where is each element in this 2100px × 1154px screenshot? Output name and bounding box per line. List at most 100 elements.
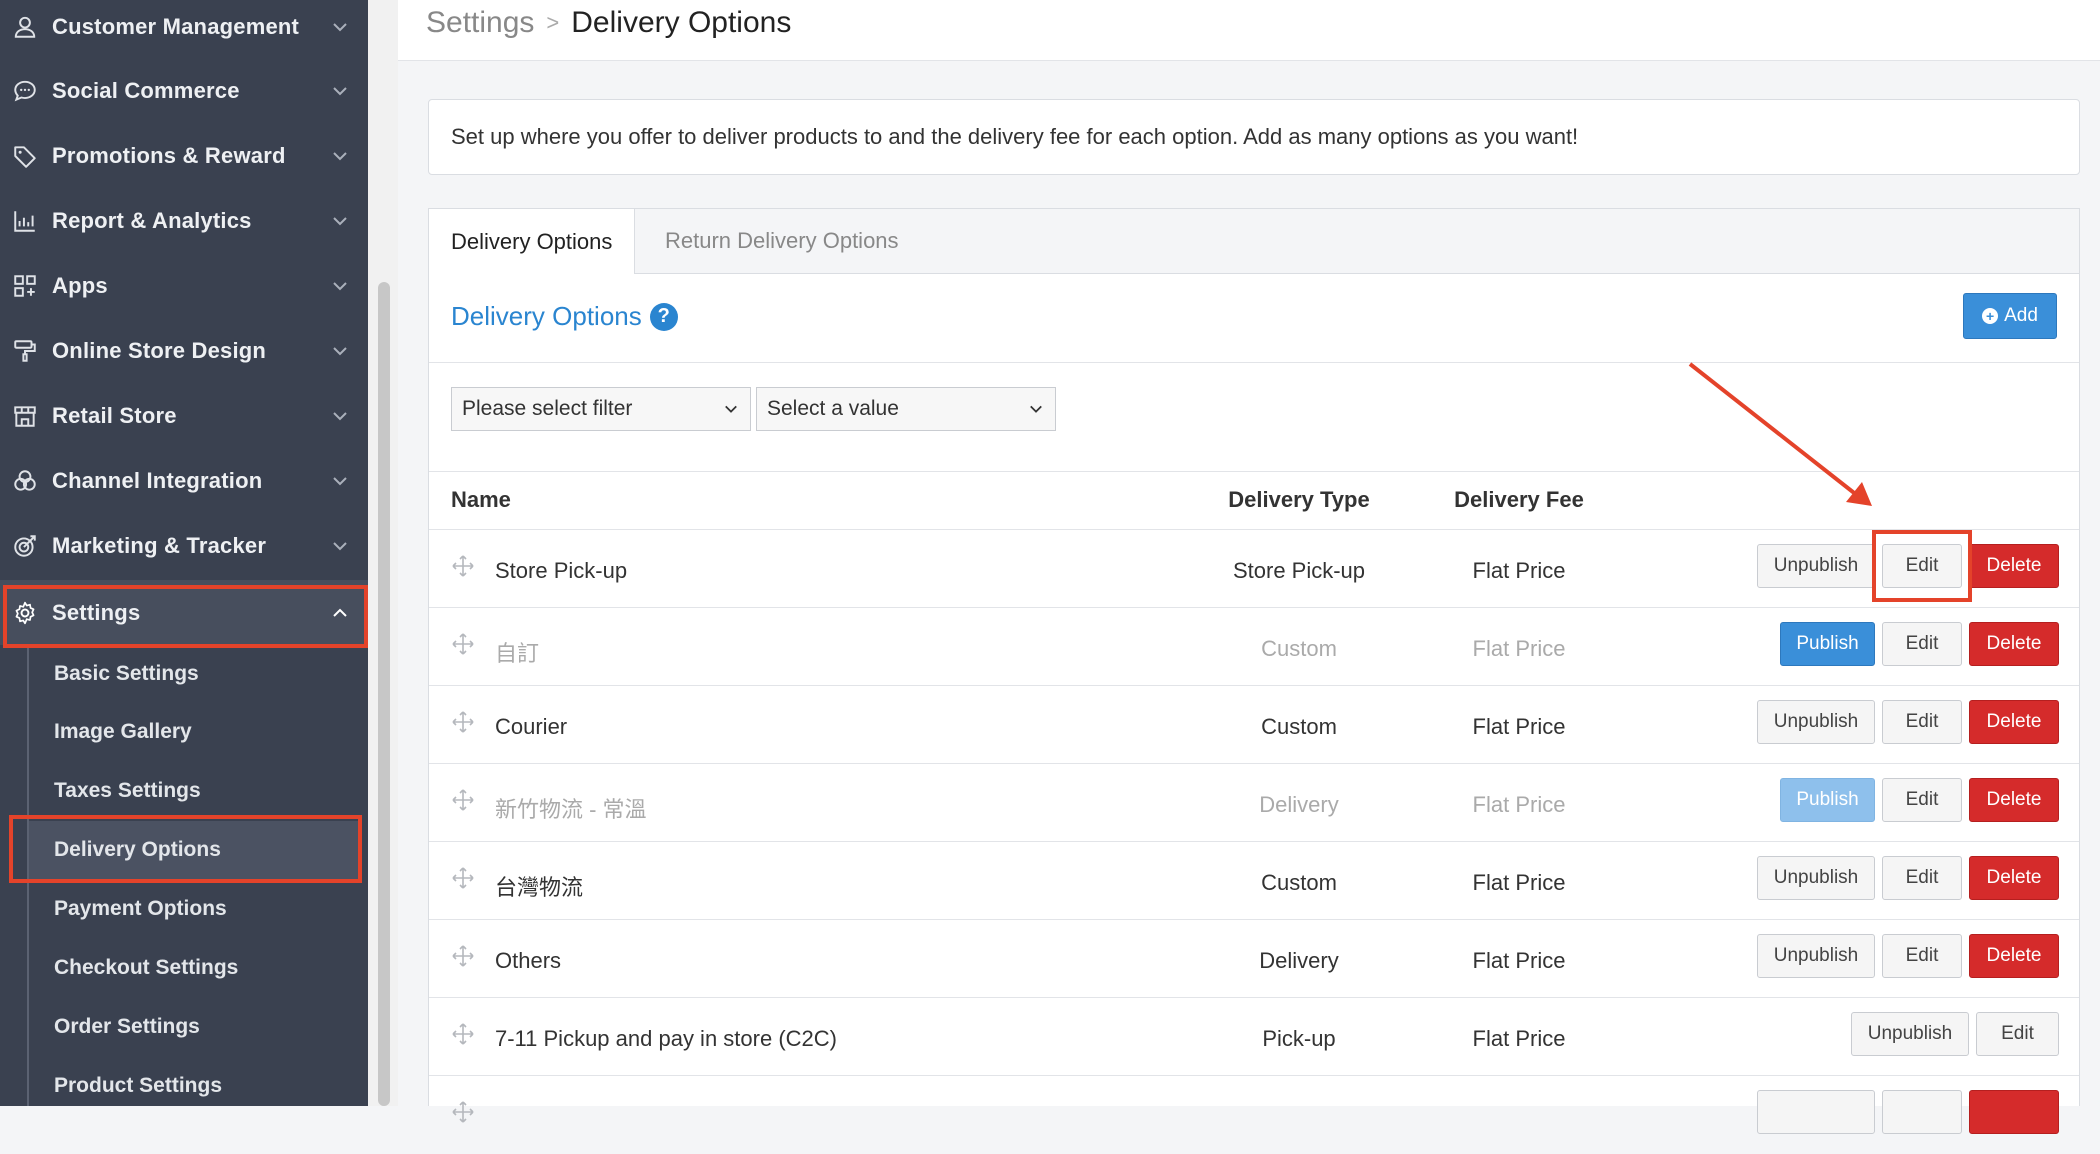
delete-button[interactable]: Delete [1969, 856, 2059, 900]
edit-button[interactable]: Edit [1882, 700, 1962, 744]
column-header-name[interactable]: Name [451, 487, 511, 513]
drag-handle-icon[interactable] [451, 944, 475, 968]
submenu-item-label: Checkout Settings [54, 956, 239, 979]
breadcrumb-parent[interactable]: Settings [426, 6, 534, 40]
add-button[interactable]: + Add [1963, 293, 2057, 339]
drag-handle-icon[interactable] [451, 632, 475, 656]
chevron-down-icon [333, 476, 347, 485]
info-text: Set up where you offer to deliver produc… [451, 124, 1579, 149]
delete-button[interactable]: Delete [1969, 934, 2059, 978]
delete-button[interactable]: Delete [1969, 700, 2059, 744]
row-name: Others [495, 948, 562, 973]
edit-button[interactable]: Edit [1882, 856, 1962, 900]
unpublish-button[interactable]: Unpublish [1757, 934, 1875, 978]
sidebar-item-apps[interactable]: Apps [0, 253, 368, 318]
chevron-down-icon [333, 216, 347, 225]
edit-button[interactable]: Edit [1882, 778, 1962, 822]
value-select[interactable]: Select a value [756, 387, 1056, 431]
row-name: Store Pick-up [495, 558, 628, 583]
store-icon [14, 405, 36, 427]
submenu-item-label: Payment Options [54, 897, 227, 920]
drag-handle-icon[interactable] [451, 1100, 475, 1124]
chevron-down-icon [333, 541, 347, 550]
table-row: 台灣物流 Custom Flat Price Unpublish Edit De… [429, 841, 2079, 920]
sidebar-item-label: Marketing & Tracker [52, 532, 267, 558]
submenu-item-image-gallery[interactable]: Image Gallery [29, 703, 359, 761]
paint-roller-icon [14, 339, 36, 362]
row-delivery-fee: Flat Price [1472, 870, 1566, 895]
help-icon[interactable]: ? [649, 302, 678, 331]
table-row: 7-11 Pickup and pay in store (C2C) Pick-… [429, 997, 2079, 1076]
drag-handle-icon[interactable] [451, 866, 475, 890]
gear-icon [15, 601, 35, 624]
sidebar-item-report-analytics[interactable]: Report & Analytics [0, 188, 368, 253]
delete-button[interactable]: Delete [1969, 544, 2059, 588]
edit-button[interactable]: Edit [1882, 544, 1962, 588]
filter-select[interactable]: Please select filter [451, 387, 751, 431]
drag-handle-icon[interactable] [451, 788, 475, 812]
sidebar-item-label: Apps [52, 272, 108, 298]
row-name: Courier [495, 714, 568, 739]
submenu-item-label: Delivery Options [54, 838, 221, 861]
header-bar: Settings > Delivery Options [398, 0, 2100, 61]
apps-icon [14, 274, 36, 297]
publish-button[interactable]: Publish [1780, 622, 1875, 666]
publish-button[interactable]: Publish [1780, 778, 1875, 822]
chevron-down-icon [725, 405, 737, 413]
chevron-down-icon [333, 22, 347, 31]
sidebar-scrollbar-thumb[interactable] [378, 282, 390, 1106]
drag-handle-icon[interactable] [451, 710, 475, 734]
sidebar-item-retail-store[interactable]: Retail Store [0, 383, 368, 448]
row-name: 新竹物流 - 常溫 [495, 797, 647, 822]
row-delivery-fee: Flat Price [1472, 948, 1566, 973]
submenu-item-taxes-settings[interactable]: Taxes Settings [29, 762, 359, 820]
submenu-item-label: Order Settings [54, 1015, 200, 1038]
submenu-item-basic-settings[interactable]: Basic Settings [29, 645, 359, 703]
edit-button[interactable] [1882, 1090, 1962, 1134]
row-name: 7-11 Pickup and pay in store (C2C) [495, 1026, 837, 1051]
row-delivery-fee: Flat Price [1472, 636, 1566, 661]
tab-delivery-options[interactable]: Delivery Options [429, 209, 636, 274]
sidebar-item-customer-management[interactable]: Customer Management [0, 0, 368, 59]
sidebar-item-label: Online Store Design [52, 337, 267, 363]
submenu-item-checkout-settings[interactable]: Checkout Settings [29, 939, 359, 997]
sidebar-item-marketing-tracker[interactable]: Marketing & Tracker [0, 513, 368, 578]
delete-button[interactable]: Delete [1969, 622, 2059, 666]
table-row: 新竹物流 - 常溫 Delivery Flat Price Publish Ed… [429, 763, 2079, 842]
chevron-down-icon [333, 86, 347, 95]
sidebar-item-settings[interactable]: Settings [0, 580, 368, 645]
row-name: 台灣物流 [495, 875, 584, 900]
unpublish-button[interactable]: Unpublish [1851, 1012, 1969, 1056]
drag-handle-icon[interactable] [451, 1022, 475, 1046]
breadcrumb-separator: > [546, 10, 560, 35]
delete-button[interactable]: Delete [1969, 778, 2059, 822]
delete-button[interactable] [1969, 1090, 2059, 1134]
row-delivery-fee: Flat Price [1472, 792, 1566, 817]
channels-icon [14, 469, 36, 491]
sidebar-item-social-commerce[interactable]: Social Commerce [0, 58, 368, 123]
sidebar-item-label: Social Commerce [52, 77, 240, 103]
submenu-item-order-settings[interactable]: Order Settings [29, 998, 359, 1056]
edit-button[interactable]: Edit [1882, 934, 1962, 978]
unpublish-button[interactable] [1757, 1090, 1875, 1134]
user-icon [14, 16, 36, 38]
sidebar-item-promotions-reward[interactable]: Promotions & Reward [0, 123, 368, 188]
unpublish-button[interactable]: Unpublish [1757, 700, 1875, 744]
unpublish-button[interactable]: Unpublish [1757, 544, 1875, 588]
page-title: Delivery Options [571, 6, 792, 39]
sidebar-item-channel-integration[interactable]: Channel Integration [0, 448, 368, 513]
sidebar: Customer Management Social Commerce Prom… [0, 0, 368, 1106]
submenu-item-delivery-options[interactable]: Delivery Options [29, 821, 359, 879]
submenu-item-payment-options[interactable]: Payment Options [29, 880, 359, 938]
divider [429, 471, 2079, 472]
sidebar-item-online-store-design[interactable]: Online Store Design [0, 318, 368, 383]
column-header-delivery-fee[interactable]: Delivery Fee [1399, 487, 1639, 513]
tab-return-delivery-options[interactable]: Return Delivery Options [643, 209, 921, 273]
filter-select-value: Please select filter [462, 397, 633, 420]
drag-handle-icon[interactable] [451, 554, 475, 578]
edit-button[interactable]: Edit [1976, 1012, 2059, 1056]
submenu-item-product-settings[interactable]: Product Settings [29, 1057, 359, 1115]
edit-button[interactable]: Edit [1882, 622, 1962, 666]
unpublish-button[interactable]: Unpublish [1757, 856, 1875, 900]
column-header-delivery-type[interactable]: Delivery Type [1159, 487, 1439, 513]
